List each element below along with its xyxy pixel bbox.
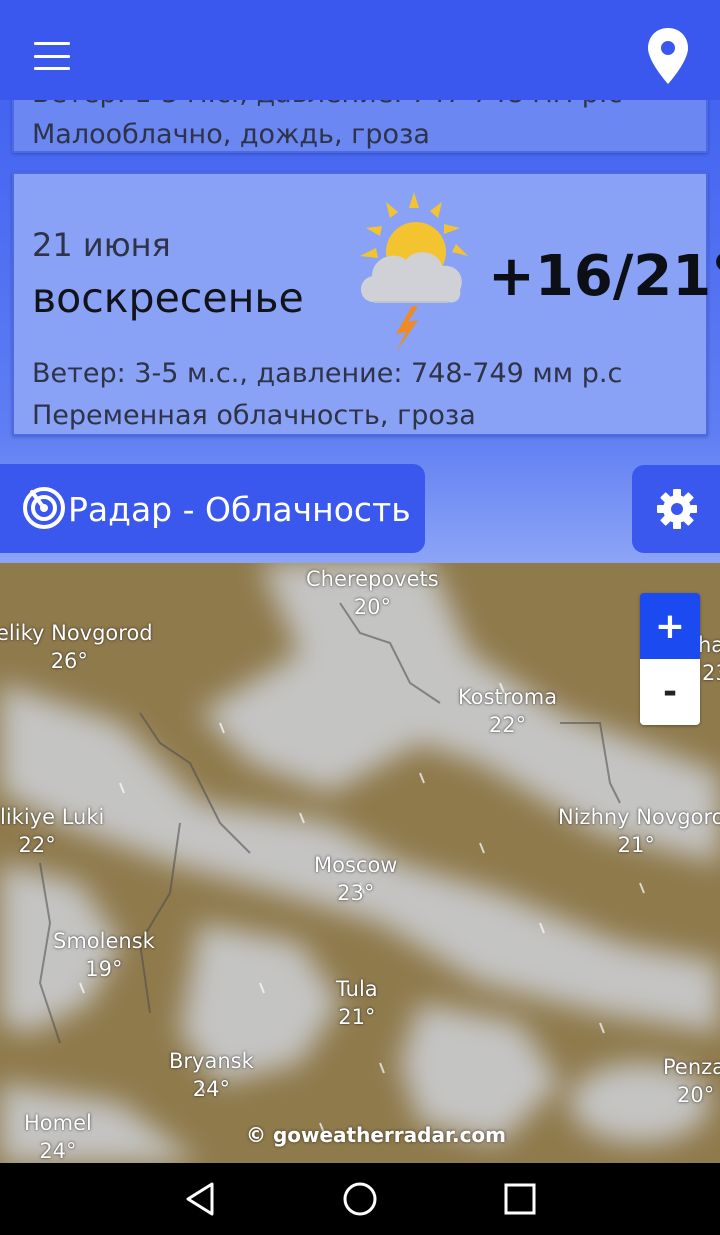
forecast-weekday: воскресенье xyxy=(32,274,304,322)
city-label-veliky-novgorod[interactable]: eliky Novgorod 26° xyxy=(0,619,153,675)
zoom-out-button[interactable]: - xyxy=(640,659,700,725)
city-temp: 24° xyxy=(39,1139,77,1163)
city-name: Bryansk xyxy=(169,1049,254,1073)
city-label-penza[interactable]: Penza 20° xyxy=(663,1053,720,1109)
city-temp: 21° xyxy=(617,833,655,857)
app-bar xyxy=(0,0,720,100)
city-temp: 24° xyxy=(192,1077,230,1101)
city-label-nizhny-novgorod[interactable]: Nizhny Novgoro 21° xyxy=(558,803,720,859)
radar-map[interactable]: Cherepovets 20° eliky Novgorod 26° ha 23… xyxy=(0,563,720,1163)
radar-layer-label: Радар - Облачность xyxy=(68,490,411,529)
map-attribution[interactable]: © goweatherradar.com xyxy=(246,1123,506,1147)
city-temp: 22° xyxy=(488,713,527,737)
forecast-temperature: +16/21° xyxy=(488,244,720,309)
forecast-card[interactable]: 21 июня воскресенье +16/21° Ветер: 3-5 м… xyxy=(12,172,720,436)
forecast-date: 21 июня xyxy=(32,226,171,264)
city-name: likiye Luki xyxy=(0,805,105,829)
city-name: ha xyxy=(698,633,720,657)
recents-square-icon[interactable] xyxy=(500,1179,540,1219)
gear-icon xyxy=(657,489,697,529)
menu-line xyxy=(34,42,70,45)
back-triangle-icon[interactable] xyxy=(180,1179,220,1219)
city-name: Smolensk xyxy=(53,929,155,953)
city-name: Kostroma xyxy=(458,685,558,709)
city-label-tula[interactable]: Tula 21° xyxy=(336,975,378,1031)
menu-line xyxy=(34,67,70,70)
city-temp: 23° xyxy=(337,881,375,905)
city-name: Homel xyxy=(24,1111,92,1135)
city-label-moscow[interactable]: Moscow 23° xyxy=(314,851,397,907)
city-label-cherepovets[interactable]: Cherepovets 20° xyxy=(306,565,439,621)
city-temp: 20° xyxy=(353,595,391,619)
city-temp: 22° xyxy=(18,833,56,857)
radar-layer-button[interactable]: Радар - Облачность xyxy=(0,464,425,553)
city-temp: 19° xyxy=(85,957,123,981)
city-temp: 26° xyxy=(50,649,88,673)
city-label-partial-east[interactable]: ha 23 xyxy=(698,631,720,687)
map-pin-icon[interactable] xyxy=(644,26,692,86)
city-temp: 20° xyxy=(677,1083,715,1107)
zoom-control: + - xyxy=(640,593,700,725)
partly-cloudy-thunderstorm-icon xyxy=(360,192,468,352)
city-temp: 21° xyxy=(338,1005,376,1029)
hamburger-menu-icon[interactable] xyxy=(26,36,78,76)
menu-line xyxy=(34,54,70,58)
system-nav-bar xyxy=(0,1163,720,1235)
zoom-in-button[interactable]: + xyxy=(640,593,700,659)
city-temp: 23 xyxy=(702,661,720,685)
city-label-velikiye-luki[interactable]: likiye Luki 22° xyxy=(0,803,104,859)
city-label-homel[interactable]: Homel 24° xyxy=(24,1109,92,1163)
weather-description: Малооблачно, дождь, гроза xyxy=(32,119,430,150)
radar-icon xyxy=(23,487,65,529)
home-circle-icon[interactable] xyxy=(340,1179,380,1219)
city-name: Penza xyxy=(663,1055,720,1079)
city-name: Moscow xyxy=(314,853,398,877)
city-label-bryansk[interactable]: Bryansk 24° xyxy=(169,1047,254,1103)
city-name: Tula xyxy=(336,977,378,1001)
wind-pressure-text: Ветер: 3-5 м.с., давление: 748-749 мм р.… xyxy=(32,358,623,389)
weather-description: Переменная облачность, гроза xyxy=(32,400,476,431)
city-name: Cherepovets xyxy=(306,567,439,591)
city-label-smolensk[interactable]: Smolensk 19° xyxy=(53,927,155,983)
settings-button[interactable] xyxy=(632,465,720,553)
city-name: Nizhny Novgoro xyxy=(558,805,720,829)
city-label-kostroma[interactable]: Kostroma 22° xyxy=(458,683,557,739)
city-name: eliky Novgorod xyxy=(0,621,153,645)
